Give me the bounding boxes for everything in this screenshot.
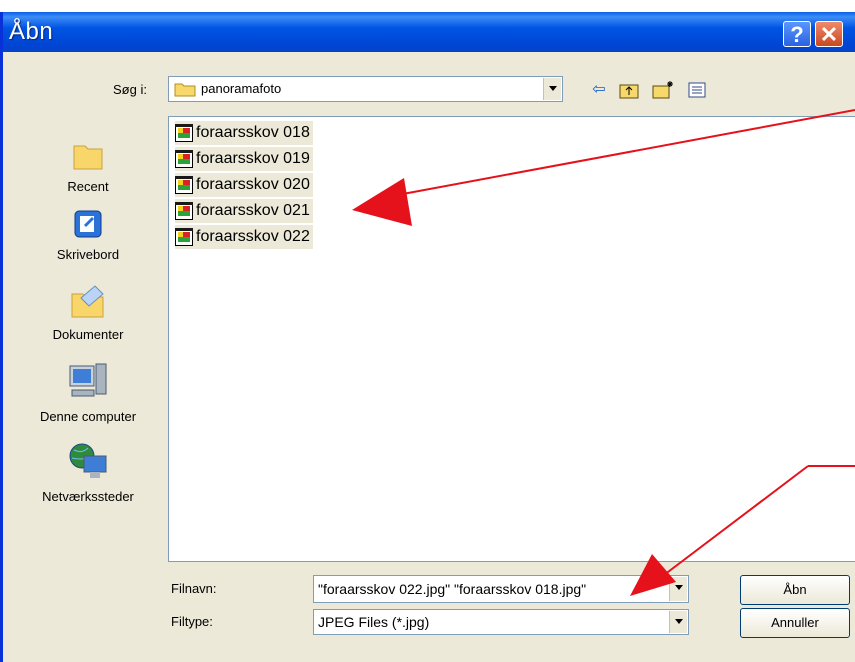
file-name: foraarsskov 019 <box>196 150 310 167</box>
places-bar: Recent Skrivebord Dokumenter Denne compu… <box>28 122 148 522</box>
place-network[interactable]: Netværkssteder <box>28 442 148 504</box>
place-label: Netværkssteder <box>42 489 134 504</box>
image-file-icon <box>175 202 193 220</box>
place-computer[interactable]: Denne computer <box>28 362 148 424</box>
filetype-value: JPEG Files (*.jpg) <box>318 614 430 630</box>
place-label: Recent <box>67 179 109 194</box>
file-item[interactable]: foraarsskov 018 <box>175 121 313 145</box>
open-dialog: Åbn ? ✕ Søg i: panoramafoto ⇦ Recent Skr… <box>0 12 855 662</box>
filename-value: "foraarsskov 022.jpg" "foraarsskov 018.j… <box>318 581 587 597</box>
recent-folder-icon <box>73 145 103 170</box>
file-name: foraarsskov 022 <box>196 228 310 245</box>
file-name: foraarsskov 018 <box>196 124 310 141</box>
open-button[interactable]: Åbn <box>740 575 850 605</box>
view-menu-icon[interactable] <box>688 80 710 100</box>
image-file-icon <box>175 176 193 194</box>
file-name: foraarsskov 021 <box>196 202 310 219</box>
documents-folder-icon <box>71 285 104 318</box>
window-title: Åbn <box>9 18 54 45</box>
file-item[interactable]: foraarsskov 019 <box>175 147 313 171</box>
close-button[interactable]: ✕ <box>815 21 843 47</box>
filetype-combo[interactable]: JPEG Files (*.jpg) <box>313 609 689 635</box>
place-recent[interactable]: Recent <box>28 140 148 194</box>
chevron-down-icon[interactable] <box>669 611 687 633</box>
cancel-button[interactable]: Annuller <box>740 608 850 638</box>
filename-input[interactable]: "foraarsskov 022.jpg" "foraarsskov 018.j… <box>313 575 689 603</box>
network-icon <box>69 443 107 478</box>
file-item[interactable]: foraarsskov 020 <box>175 173 313 197</box>
up-folder-icon[interactable] <box>618 80 640 100</box>
look-in-value: panoramafoto <box>201 81 282 96</box>
place-documents[interactable]: Dokumenter <box>28 284 148 342</box>
place-label: Denne computer <box>39 409 137 424</box>
help-button[interactable]: ? <box>783 21 811 47</box>
chevron-down-icon[interactable] <box>543 78 561 100</box>
image-file-icon <box>175 124 193 142</box>
look-in-combo[interactable]: panoramafoto <box>168 76 563 102</box>
folder-icon <box>174 83 196 97</box>
place-label: Skrivebord <box>56 247 120 262</box>
place-label: Dokumenter <box>52 327 124 342</box>
computer-icon <box>69 363 107 397</box>
file-item[interactable]: foraarsskov 021 <box>175 199 313 223</box>
image-file-icon <box>175 228 193 246</box>
new-folder-icon[interactable] <box>651 80 673 100</box>
image-file-icon <box>175 150 193 168</box>
title-bar: Åbn ? ✕ <box>3 12 855 52</box>
file-list[interactable]: foraarsskov 018 foraarsskov 019 foraarss… <box>168 116 855 562</box>
place-desktop[interactable]: Skrivebord <box>28 208 148 262</box>
file-item[interactable]: foraarsskov 022 <box>175 225 313 249</box>
desktop-icon <box>74 210 102 238</box>
chevron-down-icon[interactable] <box>669 577 687 601</box>
file-name: foraarsskov 020 <box>196 176 310 193</box>
filetype-label: Filtype: <box>171 614 213 629</box>
back-arrow-icon[interactable]: ⇦ <box>588 80 610 100</box>
filename-label: Filnavn: <box>171 581 217 596</box>
look-in-label: Søg i: <box>113 82 147 97</box>
